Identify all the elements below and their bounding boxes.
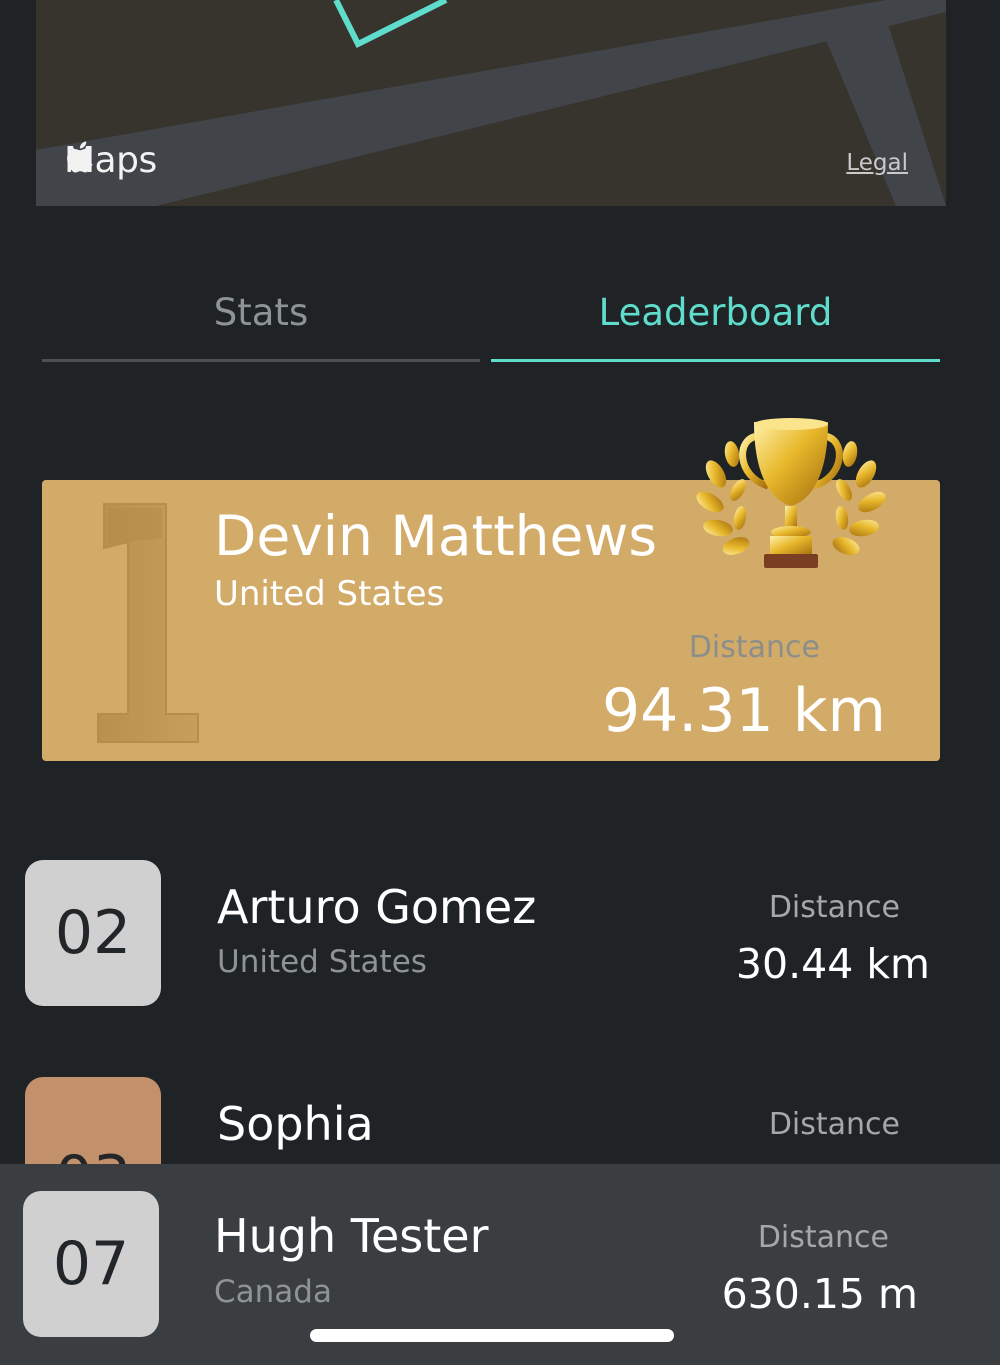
map-roads xyxy=(36,0,946,206)
rank-badge: 07 xyxy=(23,1191,159,1337)
runner-country: United States xyxy=(217,944,427,980)
first-place-name: Devin Matthews xyxy=(214,504,657,568)
runner-name: Hugh Tester xyxy=(214,1209,489,1263)
first-place-distance-value: 94.31 km xyxy=(601,676,886,746)
maps-logo: Maps xyxy=(64,140,157,181)
trophy-icon xyxy=(696,418,886,568)
distance-label: Distance xyxy=(768,890,900,925)
tab-leaderboard-label: Leaderboard xyxy=(598,290,833,334)
distance-label: Distance xyxy=(757,1220,889,1255)
first-place-distance-label: Distance xyxy=(688,630,820,665)
distance-value: 630.15 m xyxy=(721,1270,918,1318)
tab-stats-label: Stats xyxy=(213,290,309,334)
apple-logo-icon xyxy=(67,141,93,173)
runner-name: Sophia xyxy=(217,1097,374,1151)
tab-bar: Stats Leaderboard xyxy=(42,262,940,364)
home-indicator[interactable] xyxy=(310,1329,674,1342)
tab-leaderboard-underline xyxy=(491,359,940,362)
tab-stats[interactable]: Stats xyxy=(42,262,480,362)
leaderboard-screen: Maps Legal Stats Leaderboard 1 Devin xyxy=(0,0,1000,1365)
first-place-country: United States xyxy=(214,574,445,614)
runner-name: Arturo Gomez xyxy=(217,880,537,934)
tab-stats-underline xyxy=(42,359,480,362)
rank-badge: 02 xyxy=(25,860,161,1006)
leaderboard-row[interactable]: 02 Arturo Gomez United States Distance 3… xyxy=(0,860,1000,1010)
runner-country: Canada xyxy=(214,1274,332,1310)
legal-link[interactable]: Legal xyxy=(846,150,908,176)
route-map[interactable]: Maps Legal xyxy=(36,0,946,206)
distance-label: Distance xyxy=(768,1107,900,1142)
distance-value: 30.44 km xyxy=(735,940,930,988)
route-line xyxy=(333,0,448,49)
first-place-rank-numeral: 1 xyxy=(97,503,199,743)
tab-leaderboard[interactable]: Leaderboard xyxy=(491,262,940,362)
